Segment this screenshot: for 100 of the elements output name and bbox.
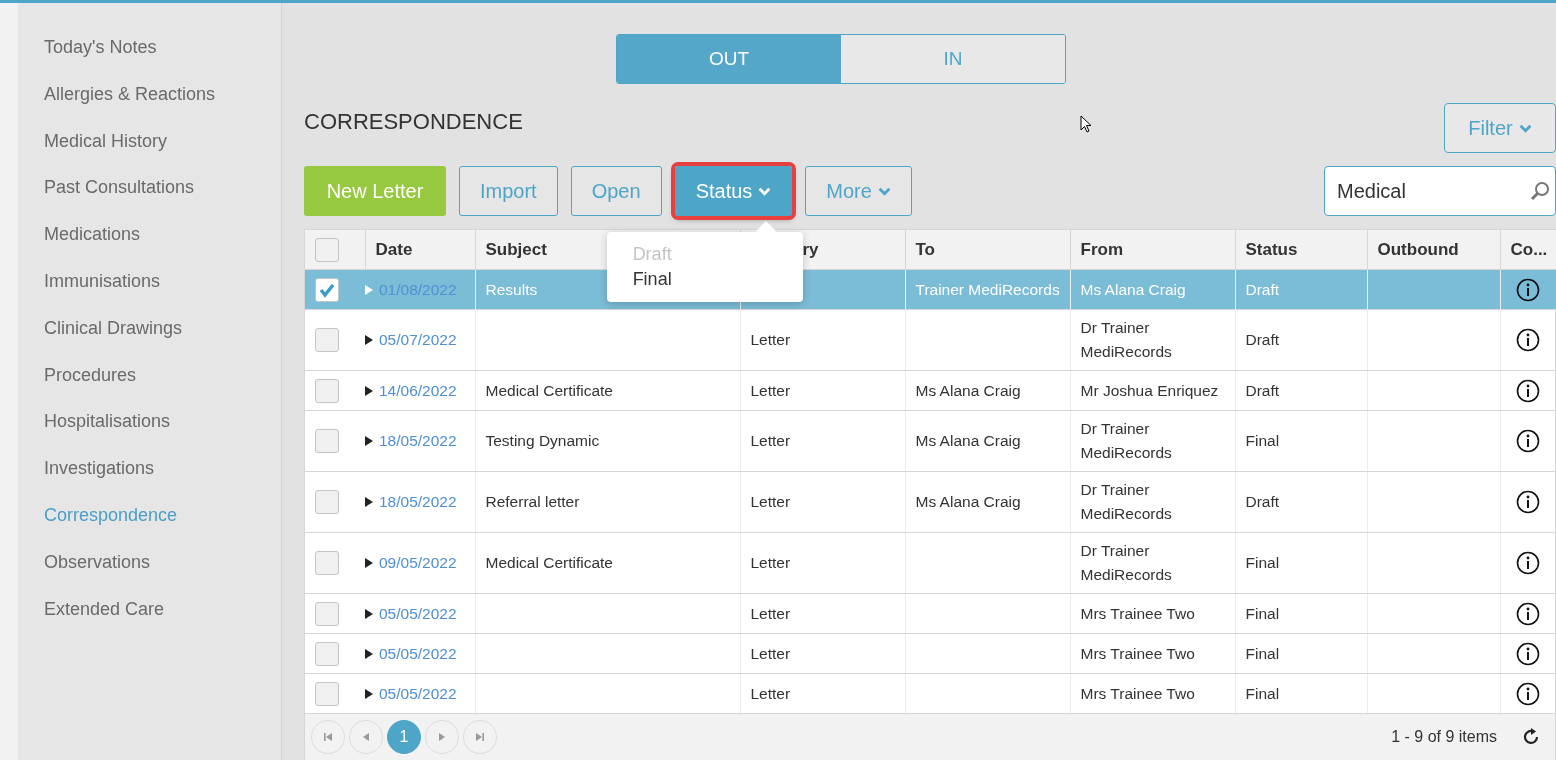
- checkbox[interactable]: [315, 601, 339, 626]
- table-cell: Final: [1245, 554, 1280, 571]
- table-cell-text: Dr Trainer MediRecords: [1080, 480, 1173, 524]
- direction-tab[interactable]: OUT: [617, 35, 841, 83]
- sidebar-item[interactable]: Medications: [18, 224, 281, 271]
- checkbox[interactable]: [315, 328, 339, 352]
- sidebar-item[interactable]: Past Consultations: [18, 177, 281, 225]
- column-header[interactable]: Date: [375, 239, 413, 259]
- expand-icon[interactable]: [365, 385, 373, 396]
- checkbox[interactable]: [315, 277, 339, 302]
- info-icon[interactable]: [1516, 277, 1541, 302]
- sidebar-item[interactable]: Hospitalisations: [18, 411, 281, 459]
- sidebar-item[interactable]: Extended Care: [18, 598, 281, 646]
- table-cell: Referral letter: [485, 493, 580, 510]
- expand-icon[interactable]: [365, 688, 373, 699]
- caret-icon: [1518, 123, 1532, 133]
- date-link[interactable]: 05/07/2022: [379, 331, 457, 348]
- menu-item[interactable]: Final: [606, 267, 803, 292]
- previous-page-icon: [361, 732, 371, 742]
- table-cell-text: Mrs Trainee Two: [1080, 643, 1196, 664]
- table-cell: Results: [485, 280, 538, 298]
- page-button[interactable]: 1: [387, 720, 421, 754]
- table-cell: Medical Certificate: [485, 381, 613, 399]
- table-cell: Draft: [1245, 493, 1280, 510]
- sidebar-item[interactable]: Today's Notes: [18, 37, 281, 84]
- table-row[interactable]: 05/05/2022 Letter Mrs Trainee Two Final: [305, 673, 1556, 714]
- search-icon: [1530, 181, 1550, 201]
- expand-icon[interactable]: [365, 648, 373, 659]
- sidebar-item[interactable]: Correspondence: [18, 504, 281, 552]
- table-cell: Final: [1245, 604, 1280, 622]
- table-row[interactable]: 05/05/2022 Letter Mrs Trainee Two Final: [305, 633, 1556, 674]
- sidebar-item[interactable]: Procedures: [18, 364, 281, 412]
- info-icon[interactable]: [1516, 641, 1541, 666]
- info-icon[interactable]: [1516, 490, 1541, 514]
- search-field[interactable]: Medical: [1324, 166, 1556, 216]
- date-link[interactable]: 09/05/2022: [379, 554, 457, 571]
- table-cell: Letter: [750, 331, 791, 348]
- expand-icon[interactable]: [365, 436, 373, 446]
- info-icon[interactable]: [1516, 551, 1541, 575]
- direction-tab[interactable]: IN: [841, 35, 1065, 83]
- column-header[interactable]: To: [915, 239, 935, 259]
- checkbox[interactable]: [315, 490, 339, 514]
- table-cell: Final: [1245, 684, 1280, 702]
- expand-icon[interactable]: [365, 608, 373, 619]
- info-icon[interactable]: [1516, 681, 1541, 706]
- checkbox[interactable]: [315, 641, 339, 666]
- date-link[interactable]: 05/05/2022: [379, 644, 457, 662]
- page-title: CORRESPONDENCE: [304, 109, 523, 135]
- info-icon[interactable]: [1516, 601, 1541, 626]
- info-icon[interactable]: [1516, 429, 1541, 453]
- table-cell: Letter: [750, 493, 791, 510]
- last-page-icon: [475, 732, 485, 742]
- expand-icon[interactable]: [365, 335, 373, 345]
- table-cell: Letter: [750, 684, 791, 702]
- expand-icon[interactable]: [365, 558, 373, 568]
- table-row[interactable]: 18/05/2022 Testing Dynamic Letter Ms Alana Craig Dr Trainer MediRecords Final: [305, 410, 1556, 472]
- table-cell-text: Dr Trainer MediRecords: [1080, 318, 1173, 362]
- table-cell-text: Ms Alana Craig: [1080, 279, 1187, 300]
- table-cell: Trainer MediRecords: [915, 280, 1060, 298]
- sidebar-item[interactable]: Immunisations: [18, 271, 281, 318]
- sidebar-item[interactable]: Observations: [18, 551, 281, 599]
- column-header[interactable]: From: [1080, 239, 1123, 259]
- date-link[interactable]: 18/05/2022: [379, 432, 457, 449]
- expand-icon[interactable]: [365, 497, 373, 507]
- column-header[interactable]: Subject: [485, 239, 547, 259]
- table-cell-text: Mr Joshua Enriquez: [1080, 380, 1220, 401]
- table-cell: Ms Alana Craig: [915, 381, 1021, 399]
- table-row[interactable]: 18/05/2022 Referral letter Letter Ms Alana Craig Dr Trainer MediRecords Draft: [305, 471, 1556, 533]
- sidebar-item[interactable]: Investigations: [18, 458, 281, 505]
- column-header[interactable]: ry: [802, 239, 819, 259]
- date-link[interactable]: 18/05/2022: [379, 493, 457, 510]
- table-cell: Ms Alana Craig: [915, 493, 1021, 510]
- date-link[interactable]: 14/06/2022: [379, 381, 457, 399]
- sidebar-item[interactable]: Medical History: [18, 130, 281, 178]
- cursor-icon: [1080, 115, 1092, 133]
- date-link[interactable]: 05/05/2022: [379, 684, 457, 702]
- sidebar-item[interactable]: Clinical Drawings: [18, 317, 281, 365]
- table-row[interactable]: 05/05/2022 Letter Mrs Trainee Two Final: [305, 593, 1556, 634]
- table-cell: Final: [1245, 432, 1280, 449]
- table-row[interactable]: 09/05/2022 Medical Certificate Letter Dr Trainer MediRecords Final: [305, 532, 1556, 594]
- info-icon[interactable]: [1516, 328, 1541, 352]
- table-cell-text: Dr Trainer MediRecords: [1080, 541, 1173, 585]
- table-cell: Draft: [1245, 381, 1280, 399]
- table-cell-text: Mrs Trainee Two: [1080, 603, 1196, 624]
- checkbox[interactable]: [315, 681, 339, 706]
- table-row[interactable]: 14/06/2022 Medical Certificate Letter Ms Alana Craig Mr Joshua Enriquez Draft: [305, 370, 1556, 411]
- filter-button[interactable]: Filter: [1444, 103, 1556, 153]
- checkbox[interactable]: [315, 237, 339, 262]
- date-link[interactable]: 05/05/2022: [379, 604, 457, 622]
- refresh-icon[interactable]: [1521, 727, 1541, 747]
- checkbox[interactable]: [315, 378, 339, 403]
- table-cell: Letter: [750, 381, 791, 399]
- table-cell: Letter: [750, 554, 791, 571]
- table-row[interactable]: 05/07/2022 Letter Dr Trainer MediRecords Draft: [305, 309, 1556, 371]
- checkbox[interactable]: [315, 551, 339, 575]
- info-icon[interactable]: [1516, 378, 1541, 403]
- table-cell: Letter: [750, 432, 791, 449]
- table-cell: Letter: [750, 644, 791, 662]
- checkbox[interactable]: [315, 429, 339, 453]
- sidebar-item[interactable]: Allergies & Reactions: [18, 83, 281, 131]
